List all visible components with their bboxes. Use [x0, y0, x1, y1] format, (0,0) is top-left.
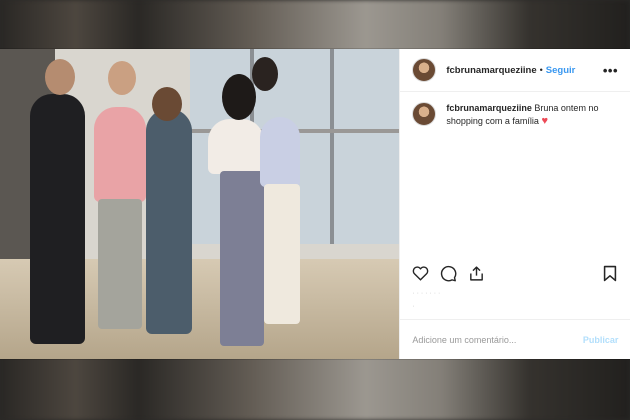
- heart-outline-icon[interactable]: [410, 263, 430, 283]
- likes-count: · · · · · · ·: [412, 290, 441, 297]
- caption-avatar[interactable]: [412, 102, 437, 126]
- separator-dot: •: [539, 65, 543, 75]
- username-link[interactable]: fcbrunamarqueziine: [446, 65, 536, 76]
- post-timestamp: ·: [412, 303, 415, 310]
- photo-person: [98, 199, 142, 329]
- post-actions: [400, 260, 630, 286]
- comment-bubble-icon[interactable]: [438, 263, 458, 283]
- photo-person: [264, 184, 300, 324]
- photo-person-head: [45, 59, 75, 95]
- photo-person-head: [222, 74, 256, 120]
- photo-person-head: [152, 87, 182, 121]
- photo-person-head: [252, 57, 278, 91]
- photo-window-frame: [330, 49, 334, 244]
- bookmark-icon[interactable]: [600, 263, 620, 283]
- post-caption: fcbrunamarqueziine Bruna ontem no shoppi…: [400, 92, 630, 128]
- comment-input[interactable]: [412, 334, 563, 345]
- photo-person: [94, 107, 146, 202]
- heart-emoji: ♥: [541, 115, 548, 127]
- publish-button[interactable]: Publicar: [583, 335, 619, 345]
- follow-button[interactable]: Seguir: [546, 65, 576, 76]
- post-photo[interactable]: [0, 49, 400, 359]
- post-header: fcbrunamarqueziine • Seguir •••: [400, 49, 630, 92]
- caption-username-link[interactable]: fcbrunamarqueziine: [446, 103, 532, 113]
- photo-person: [30, 94, 85, 344]
- caption-text-block: fcbrunamarqueziine Bruna ontem no shoppi…: [446, 102, 616, 128]
- photo-person: [260, 117, 300, 187]
- photo-person: [208, 119, 264, 174]
- share-arrow-icon[interactable]: [466, 263, 486, 283]
- instagram-post-embed: fcbrunamarqueziine • Seguir ••• fcbrunam…: [0, 49, 630, 359]
- photo-person: [220, 171, 264, 346]
- photo-person-head: [108, 61, 136, 95]
- avatar[interactable]: [412, 58, 437, 82]
- comment-bar: Publicar: [400, 319, 630, 359]
- more-options-icon[interactable]: •••: [603, 63, 618, 78]
- post-sidebar: fcbrunamarqueziine • Seguir ••• fcbrunam…: [399, 49, 630, 359]
- photo-person: [146, 109, 192, 334]
